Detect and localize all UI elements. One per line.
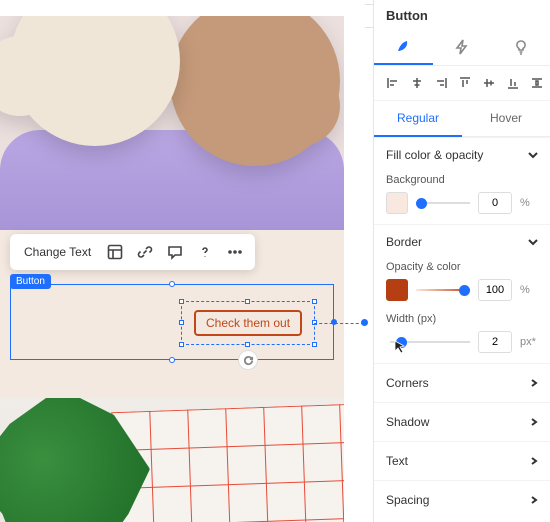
- selection-frame[interactable]: Check them out: [10, 284, 334, 360]
- resize-handle[interactable]: [179, 342, 184, 347]
- layout-icon[interactable]: [101, 238, 129, 266]
- chevron-right-icon: [530, 379, 538, 387]
- chevron-right-icon: [530, 496, 538, 504]
- unit-label: %: [520, 284, 538, 296]
- section-text-label: Text: [386, 454, 408, 468]
- tab-hover[interactable]: Hover: [462, 101, 550, 137]
- align-left-icon[interactable]: [386, 76, 400, 90]
- resize-handle[interactable]: [245, 299, 250, 304]
- button-label: Check them out: [194, 310, 302, 336]
- background-label: Background: [386, 174, 538, 186]
- section-border-label: Border: [386, 235, 422, 249]
- panel-title: Button: [374, 0, 550, 29]
- resize-handle[interactable]: [245, 342, 250, 347]
- resize-handle[interactable]: [169, 357, 175, 363]
- background-opacity-slider[interactable]: [416, 196, 470, 210]
- align-top-icon[interactable]: [458, 76, 472, 90]
- border-opacity-input[interactable]: [478, 279, 512, 301]
- section-corners[interactable]: Corners: [374, 363, 550, 402]
- align-distribute-v-icon[interactable]: [530, 76, 544, 90]
- cursor-icon: [392, 339, 408, 355]
- border-width-input[interactable]: [478, 331, 512, 353]
- resize-handle[interactable]: [179, 299, 184, 304]
- guide-line: [314, 323, 364, 324]
- alignment-toolbar: [374, 66, 550, 101]
- guide-anchor[interactable]: [361, 319, 368, 326]
- help-icon[interactable]: [191, 238, 219, 266]
- chevron-right-icon: [530, 418, 538, 426]
- canvas-area[interactable]: Change Text Button Check them out: [0, 0, 374, 522]
- unit-label: px*: [520, 336, 538, 348]
- change-text-button[interactable]: Change Text: [16, 239, 99, 265]
- border-opacity-slider[interactable]: [416, 283, 470, 297]
- background-opacity-input[interactable]: [478, 192, 512, 214]
- hero-image[interactable]: [0, 16, 344, 230]
- image-block[interactable]: [0, 398, 344, 522]
- resize-handle[interactable]: [331, 319, 337, 325]
- resize-handle[interactable]: [312, 342, 317, 347]
- tab-regular[interactable]: Regular: [374, 101, 462, 137]
- resize-handle[interactable]: [312, 299, 317, 304]
- button-element[interactable]: Check them out: [181, 301, 315, 345]
- tab-design[interactable]: [374, 29, 433, 65]
- border-width-label: Width (px): [386, 313, 538, 325]
- design-panel: Button Regular Hover Fill color & opacit…: [374, 0, 550, 522]
- align-right-icon[interactable]: [434, 76, 448, 90]
- resize-handle[interactable]: [179, 320, 184, 325]
- tab-ideas[interactable]: [491, 29, 550, 65]
- border-width-slider[interactable]: [390, 335, 470, 349]
- border-color-swatch[interactable]: [386, 279, 408, 301]
- unit-label: %: [520, 197, 538, 209]
- tab-animation[interactable]: [433, 29, 492, 65]
- section-fill-label: Fill color & opacity: [386, 148, 483, 162]
- panel-mode-tabs: [374, 29, 550, 66]
- align-middle-v-icon[interactable]: [482, 76, 496, 90]
- chevron-down-icon: [528, 150, 538, 160]
- section-fill-header[interactable]: Fill color & opacity: [386, 148, 538, 162]
- section-spacing-label: Spacing: [386, 493, 429, 507]
- panel-collapse-handle[interactable]: [365, 4, 374, 28]
- state-tabs: Regular Hover: [374, 101, 550, 137]
- resize-handle[interactable]: [169, 281, 175, 287]
- background-swatch[interactable]: [386, 192, 408, 214]
- more-icon[interactable]: [221, 238, 249, 266]
- section-text[interactable]: Text: [374, 441, 550, 480]
- section-shadow[interactable]: Shadow: [374, 402, 550, 441]
- section-corners-label: Corners: [386, 376, 429, 390]
- align-bottom-icon[interactable]: [506, 76, 520, 90]
- section-spacing[interactable]: Spacing: [374, 480, 550, 519]
- align-center-h-icon[interactable]: [410, 76, 424, 90]
- border-opacity-label: Opacity & color: [386, 261, 538, 273]
- chevron-down-icon: [528, 237, 538, 247]
- element-toolbar: Change Text: [10, 234, 255, 270]
- link-icon[interactable]: [131, 238, 159, 266]
- comment-icon[interactable]: [161, 238, 189, 266]
- reset-rotation-button[interactable]: [238, 350, 258, 370]
- section-shadow-label: Shadow: [386, 415, 429, 429]
- section-border-header[interactable]: Border: [386, 235, 538, 249]
- chevron-right-icon: [530, 457, 538, 465]
